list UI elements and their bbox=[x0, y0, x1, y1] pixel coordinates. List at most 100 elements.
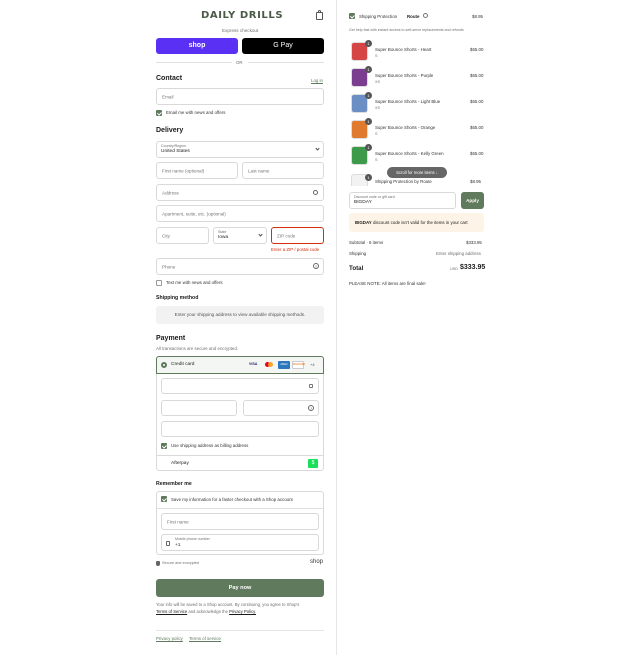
billing-same-checkbox[interactable] bbox=[161, 443, 167, 449]
address-field[interactable]: Address bbox=[156, 184, 324, 201]
email-field[interactable]: Email bbox=[156, 88, 324, 105]
card-name-field[interactable] bbox=[161, 421, 319, 437]
pay-now-button[interactable]: Pay now bbox=[156, 579, 324, 597]
zip-field[interactable]: ZIP code bbox=[271, 227, 324, 244]
item-name: Super Bounce Shorts - Light Blue bbox=[375, 99, 441, 104]
zip-error: Enter a ZIP / postal code bbox=[271, 247, 320, 252]
credit-card-option[interactable]: Credit card VISA AMEX DISCOVER +4 bbox=[156, 356, 324, 374]
address-placeholder: Address bbox=[162, 190, 179, 195]
arrow-down-icon: ↓ bbox=[435, 170, 438, 175]
privacy-policy-link[interactable]: Privacy Policy. bbox=[229, 609, 256, 614]
help-icon[interactable]: ? bbox=[313, 263, 319, 269]
list-item: 1 Super Bounce Shorts - Orange S $65.00 bbox=[351, 118, 486, 142]
more-cards-badge: +4 bbox=[310, 362, 315, 367]
shipping-label: Shipping bbox=[349, 251, 367, 256]
shipping-protection-desc: Get help fast with instant access to sel… bbox=[349, 28, 464, 32]
remember-first-name-field[interactable]: First name bbox=[161, 513, 319, 530]
scroll-more-label: Scroll for more items bbox=[396, 170, 435, 175]
total-value: $333.95 bbox=[460, 264, 486, 271]
shipping-method-notice: Enter your shipping address to view avai… bbox=[156, 306, 324, 324]
item-price: $65.00 bbox=[470, 47, 484, 52]
chevron-down-icon bbox=[315, 146, 320, 151]
item-price: $65.00 bbox=[470, 151, 484, 156]
country-select[interactable]: Country/Region United States bbox=[156, 141, 324, 158]
card-expiry-field[interactable] bbox=[161, 400, 237, 416]
item-price: $65.00 bbox=[470, 73, 484, 78]
first-name-field[interactable]: First name (optional) bbox=[156, 162, 238, 179]
afterpay-logo-icon: $ bbox=[308, 459, 318, 468]
amex-icon: AMEX bbox=[278, 361, 290, 369]
save-info-checkbox[interactable] bbox=[161, 496, 167, 502]
item-price: $65.00 bbox=[470, 99, 484, 104]
currency-label: USD bbox=[450, 267, 459, 271]
google-pay-button[interactable]: G Pay bbox=[242, 38, 324, 54]
text-news-checkbox[interactable] bbox=[156, 280, 162, 286]
secure-shield-icon bbox=[156, 561, 160, 566]
item-name: Super Bounce Shorts - Purple bbox=[375, 73, 434, 78]
item-price: $8.95 bbox=[470, 179, 481, 184]
item-variant: XS bbox=[375, 106, 381, 110]
terms-text-1: Your info will be saved to a Shop accoun… bbox=[156, 602, 300, 607]
contact-heading: Contact bbox=[156, 75, 183, 82]
apartment-placeholder: Apartment, suite, etc. (optional) bbox=[162, 211, 226, 216]
card-number-field[interactable] bbox=[161, 378, 319, 394]
search-icon bbox=[313, 190, 318, 195]
cart-icon[interactable] bbox=[316, 10, 323, 20]
item-variant: S bbox=[375, 132, 378, 136]
terms-and: and acknowledge the bbox=[188, 609, 228, 614]
country-value: United States bbox=[161, 149, 190, 154]
state-label: State bbox=[218, 230, 227, 234]
quantity-badge: 1 bbox=[365, 66, 372, 73]
apply-button[interactable]: Apply bbox=[461, 192, 484, 209]
state-value: Iowa bbox=[218, 235, 229, 240]
discount-code-field[interactable]: Discount code or gift card BIGDAY bbox=[349, 192, 456, 209]
or-divider-left bbox=[156, 62, 232, 63]
discount-error-banner: BIGDAY discount code isn't valid for the… bbox=[349, 213, 484, 232]
info-icon[interactable] bbox=[423, 13, 428, 18]
phone-placeholder: Phone bbox=[162, 264, 176, 269]
email-news-checkbox[interactable] bbox=[156, 110, 162, 116]
shop-pay-button[interactable]: shop bbox=[156, 38, 238, 54]
footer-privacy-link[interactable]: Privacy policy bbox=[156, 636, 183, 641]
afterpay-option[interactable]: Afterpay $ bbox=[156, 455, 324, 471]
login-link[interactable]: Log in bbox=[311, 78, 323, 83]
card-cvv-field[interactable]: ? bbox=[243, 400, 319, 416]
state-select[interactable]: State Iowa bbox=[213, 227, 267, 244]
credit-card-radio[interactable] bbox=[161, 362, 167, 368]
footer-terms-link[interactable]: Terms of service bbox=[189, 636, 221, 641]
brand-logo[interactable]: DAILY DRILLS bbox=[201, 10, 283, 21]
apply-label: Apply bbox=[466, 198, 479, 203]
visa-icon: VISA bbox=[249, 362, 258, 366]
city-field[interactable]: City bbox=[156, 227, 209, 244]
shop-logo: shop bbox=[310, 559, 324, 565]
help-icon[interactable]: ? bbox=[308, 405, 314, 411]
last-name-field[interactable]: Last name bbox=[242, 162, 324, 179]
city-placeholder: City bbox=[162, 233, 170, 238]
text-news-label: Text me with news and offers bbox=[166, 280, 223, 285]
or-divider-right bbox=[248, 62, 324, 63]
shipping-protection-price: $8.95 bbox=[472, 14, 483, 19]
item-name: Super Bounce Shorts - Kelly Green bbox=[375, 151, 444, 156]
shop-pay-label: shop bbox=[188, 42, 206, 49]
list-item: 1 Super Bounce Shorts - Light Blue XS $6… bbox=[351, 92, 486, 116]
scroll-more-pill[interactable]: Scroll for more items ↓ bbox=[387, 167, 447, 178]
item-name: Super Bounce Shorts - Heart bbox=[375, 47, 432, 52]
mobile-phone-field[interactable]: Mobile phone number +1 bbox=[161, 534, 319, 551]
terms-of-service-link[interactable]: Terms of Service bbox=[156, 609, 187, 614]
quantity-badge: 1 bbox=[365, 40, 372, 47]
item-price: $65.00 bbox=[470, 125, 484, 130]
pay-now-label: Pay now bbox=[228, 585, 252, 591]
chevron-down-icon bbox=[258, 232, 263, 237]
google-pay-label: G Pay bbox=[273, 42, 293, 49]
quantity-badge: 1 bbox=[365, 118, 372, 125]
order-summary: Shipping Protection Route $8.95 Get help… bbox=[337, 0, 640, 655]
checkout-form: DAILY DRILLS Express checkout shop G Pay… bbox=[0, 0, 336, 655]
quantity-badge: 1 bbox=[365, 92, 372, 99]
phone-field[interactable]: Phone ? bbox=[156, 258, 324, 275]
billing-same-label: Use shipping address as billing address bbox=[171, 443, 249, 448]
item-name: Super Bounce Shorts - Orange bbox=[375, 125, 436, 130]
shipping-protection-checkbox[interactable] bbox=[349, 13, 355, 19]
remember-divider bbox=[156, 508, 324, 509]
apartment-field[interactable]: Apartment, suite, etc. (optional) bbox=[156, 205, 324, 222]
email-placeholder: Email bbox=[162, 94, 174, 99]
